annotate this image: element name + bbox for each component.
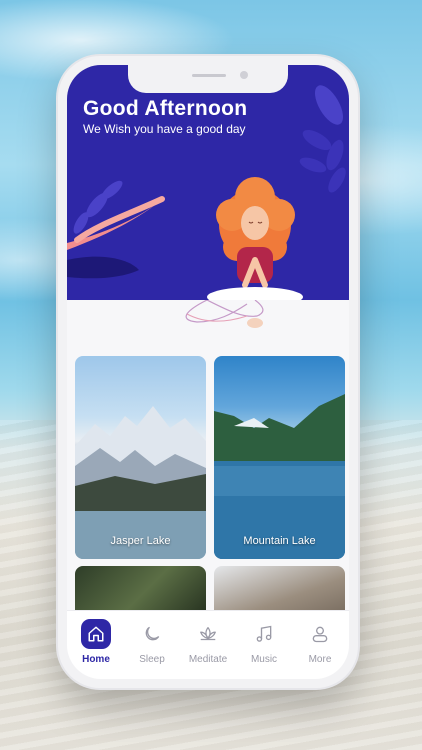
mountain-lake-card[interactable]: Mountain Lake xyxy=(214,356,345,559)
card-title: Jasper Lake xyxy=(110,535,171,547)
forest-card[interactable] xyxy=(75,566,206,610)
meditating-woman-illustration xyxy=(207,177,303,300)
user-icon xyxy=(305,619,335,649)
card-title: Mountain Lake xyxy=(243,535,316,547)
nav-sleep[interactable]: Sleep xyxy=(124,619,180,665)
nav-label: Music xyxy=(250,654,278,665)
leaf-branch-left-icon xyxy=(67,180,169,279)
nav-music[interactable]: Music xyxy=(236,619,292,665)
content-area: Jasper Lake Mountain Lake xyxy=(67,300,349,610)
leaf-branch-right-icon xyxy=(299,85,346,193)
nav-more[interactable]: More xyxy=(292,619,348,665)
app-screen: Good Afternoon We Wish you have a good d… xyxy=(67,65,349,679)
moon-icon xyxy=(137,619,167,649)
greeting-title: Good Afternoon xyxy=(83,97,248,120)
hero-banner: Good Afternoon We Wish you have a good d… xyxy=(67,65,349,300)
phone-notch xyxy=(128,65,288,93)
mountain-lake-image xyxy=(214,394,345,559)
speaker-grille xyxy=(192,74,226,77)
lotus-icon xyxy=(193,619,223,649)
nav-label: Home xyxy=(82,654,110,665)
jasper-lake-image xyxy=(75,406,206,559)
nav-label: Sleep xyxy=(139,654,165,665)
music-note-icon xyxy=(249,619,279,649)
nav-home[interactable]: Home xyxy=(68,619,124,665)
front-camera xyxy=(240,71,248,79)
bottom-nav: Home Sleep Meditate Music More xyxy=(67,610,349,679)
nav-label: More xyxy=(308,654,332,665)
phone-frame: Good Afternoon We Wish you have a good d… xyxy=(58,56,358,688)
rock-card[interactable] xyxy=(214,566,345,610)
home-icon xyxy=(81,619,111,649)
jasper-lake-card[interactable]: Jasper Lake xyxy=(75,356,206,559)
nav-label: Meditate xyxy=(188,654,228,665)
greeting-subtitle: We Wish you have a good day xyxy=(83,122,246,136)
nav-meditate[interactable]: Meditate xyxy=(180,619,236,665)
